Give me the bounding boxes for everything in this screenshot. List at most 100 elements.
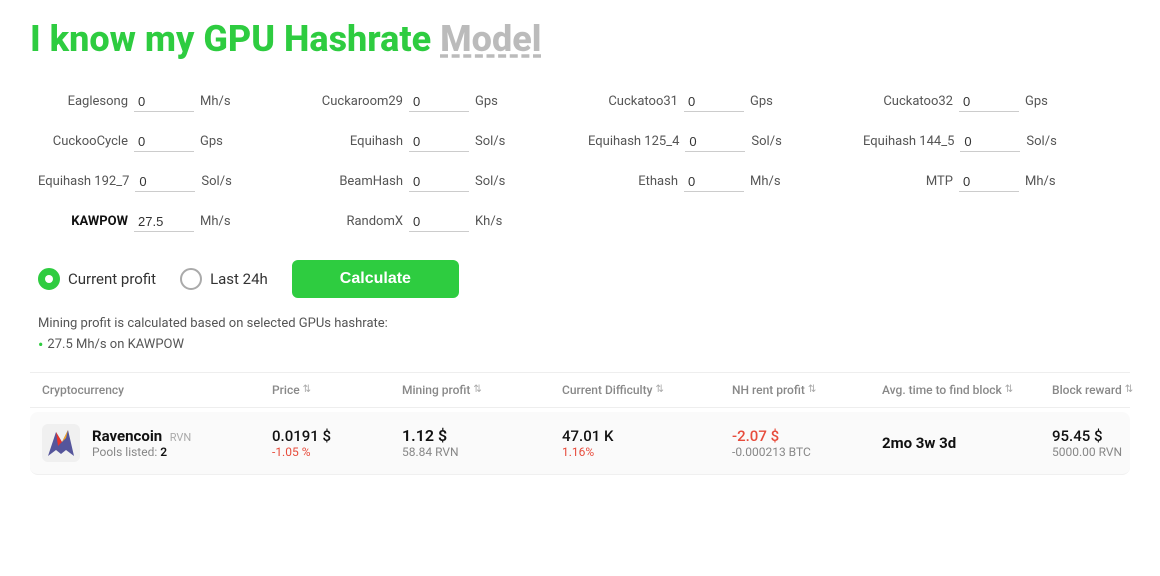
th-avg-time[interactable]: Avg. time to find block ⇅ bbox=[882, 383, 1052, 397]
hashrate-equihash-125: Equihash 125_4 Sol/s bbox=[580, 128, 855, 156]
hashrate-equihash-144: Equihash 144_5 Sol/s bbox=[855, 128, 1130, 156]
reward-cell: 95.45 $ 5000.00 RVN bbox=[1052, 427, 1160, 459]
equihash-125-label: Equihash 125_4 bbox=[588, 134, 679, 149]
th-cryptocurrency: Cryptocurrency bbox=[42, 383, 272, 397]
hashrate-eaglesong: Eaglesong Mh/s bbox=[30, 88, 305, 116]
randomx-unit: Kh/s bbox=[475, 214, 502, 229]
cuckatoo31-input[interactable] bbox=[684, 92, 744, 112]
eaglesong-label: Eaglesong bbox=[38, 94, 128, 109]
cuckatoo32-unit: Gps bbox=[1025, 94, 1048, 109]
cuckatoo31-label: Cuckatoo31 bbox=[588, 94, 678, 109]
current-profit-radio[interactable]: Current profit bbox=[38, 268, 156, 290]
coin-name: Ravencoin bbox=[92, 427, 162, 445]
title-gray-part: Model bbox=[440, 18, 541, 60]
cuckoo-cycle-unit: Gps bbox=[200, 134, 223, 149]
beamhash-input[interactable] bbox=[409, 172, 469, 192]
last-24h-radio-circle bbox=[180, 268, 202, 290]
kawpow-input[interactable] bbox=[134, 212, 194, 232]
price-value: 0.0191 $ bbox=[272, 427, 402, 445]
mtp-unit: Mh/s bbox=[1025, 174, 1056, 189]
eaglesong-input[interactable] bbox=[134, 92, 194, 112]
cuckaroom29-unit: Gps bbox=[475, 94, 498, 109]
mtp-label: MTP bbox=[863, 174, 953, 189]
equihash-125-unit: Sol/s bbox=[751, 134, 781, 149]
time-cell: 2mo 3w 3d bbox=[882, 434, 1052, 452]
equihash-144-input[interactable] bbox=[960, 132, 1020, 152]
cuckaroom29-label: Cuckaroom29 bbox=[313, 94, 403, 109]
nh-sub: -0.000213 BTC bbox=[732, 445, 882, 459]
cuckaroom29-input[interactable] bbox=[409, 92, 469, 112]
calculate-button[interactable]: Calculate bbox=[292, 260, 459, 298]
beamhash-unit: Sol/s bbox=[475, 174, 505, 189]
randomx-input[interactable] bbox=[409, 212, 469, 232]
hashrate-cuckatoo31: Cuckatoo31 Gps bbox=[580, 88, 855, 116]
reward-value: 95.45 $ bbox=[1052, 427, 1160, 445]
results-table: Cryptocurrency Price ⇅ Mining profit ⇅ C… bbox=[30, 372, 1130, 475]
hashrate-ethash: Ethash Mh/s bbox=[580, 168, 855, 196]
ravencoin-icon bbox=[42, 424, 80, 462]
info-description: Mining profit is calculated based on sel… bbox=[38, 316, 1130, 331]
page-title: I know my GPU Hashrate Model bbox=[30, 20, 1130, 60]
profit-controls: Current profit Last 24h Calculate bbox=[30, 260, 1130, 298]
th-nh-rent-profit[interactable]: NH rent profit ⇅ bbox=[732, 383, 882, 397]
profit-cell: 1.12 $ 58.84 RVN bbox=[402, 426, 562, 459]
equihash-unit: Sol/s bbox=[475, 134, 505, 149]
th-mining-profit[interactable]: Mining profit ⇅ bbox=[402, 383, 562, 397]
equihash-192-unit: Sol/s bbox=[201, 174, 231, 189]
cuckatoo32-label: Cuckatoo32 bbox=[863, 94, 953, 109]
reward-sub: 5000.00 RVN bbox=[1052, 445, 1160, 459]
difficulty-sub: 1.16% bbox=[562, 445, 732, 459]
hashrate-detail-text: 27.5 Mh/s on KAWPOW bbox=[47, 337, 184, 352]
equihash-192-label: Equihash 192_7 bbox=[38, 174, 129, 189]
randomx-label: RandomX bbox=[313, 214, 403, 229]
difficulty-value: 47.01 K bbox=[562, 427, 732, 445]
last-24h-label: Last 24h bbox=[210, 270, 268, 288]
mtp-input[interactable] bbox=[959, 172, 1019, 192]
equihash-125-input[interactable] bbox=[685, 132, 745, 152]
info-section: Mining profit is calculated based on sel… bbox=[30, 316, 1130, 354]
cuckatoo32-input[interactable] bbox=[959, 92, 1019, 112]
nh-value: -2.07 $ bbox=[732, 427, 882, 445]
hashrate-equihash-192: Equihash 192_7 Sol/s bbox=[30, 168, 305, 196]
table-row[interactable]: Ravencoin RVN Pools listed: 2 0.0191 $ -… bbox=[30, 412, 1130, 475]
hashrate-equihash: Equihash Sol/s bbox=[305, 128, 580, 156]
cuckoo-cycle-input[interactable] bbox=[134, 132, 194, 152]
hashrate-randomx: RandomX Kh/s bbox=[305, 208, 580, 236]
current-profit-radio-circle bbox=[38, 268, 60, 290]
profit-sub: 58.84 RVN bbox=[402, 445, 562, 459]
equihash-192-input[interactable] bbox=[135, 172, 195, 192]
eaglesong-unit: Mh/s bbox=[200, 94, 231, 109]
nh-sort-icon: ⇅ bbox=[808, 384, 816, 395]
title-green-part: I know my GPU Hashrate bbox=[30, 18, 431, 60]
th-block-reward[interactable]: Block reward ⇅ bbox=[1052, 383, 1160, 397]
hashrate-cuckaroom29: Cuckaroom29 Gps bbox=[305, 88, 580, 116]
equihash-input[interactable] bbox=[409, 132, 469, 152]
ethash-input[interactable] bbox=[684, 172, 744, 192]
reward-sort-icon: ⇅ bbox=[1125, 384, 1133, 395]
th-price[interactable]: Price ⇅ bbox=[272, 383, 402, 397]
hashrate-kawpow: KAWPOW Mh/s bbox=[30, 208, 305, 236]
price-sort-icon: ⇅ bbox=[303, 384, 311, 395]
ethash-label: Ethash bbox=[588, 174, 678, 189]
hashrate-grid: Eaglesong Mh/s Cuckaroom29 Gps Cuckatoo3… bbox=[30, 88, 1130, 236]
coin-pools: Pools listed: 2 bbox=[92, 445, 191, 459]
mining-profit-sort-icon: ⇅ bbox=[473, 384, 481, 395]
kawpow-unit: Mh/s bbox=[200, 214, 231, 229]
table-header: Cryptocurrency Price ⇅ Mining profit ⇅ C… bbox=[30, 373, 1130, 408]
bullet-icon: • bbox=[38, 335, 43, 354]
info-detail: • 27.5 Mh/s on KAWPOW bbox=[38, 335, 1130, 354]
equihash-144-unit: Sol/s bbox=[1026, 134, 1056, 149]
price-cell: 0.0191 $ -1.05 % bbox=[272, 427, 402, 459]
difficulty-sort-icon: ⇅ bbox=[655, 384, 663, 395]
hashrate-cuckoo-cycle: CuckooCycle Gps bbox=[30, 128, 305, 156]
hashrate-mtp: MTP Mh/s bbox=[855, 168, 1130, 196]
coin-ticker: RVN bbox=[170, 431, 192, 444]
nh-cell: -2.07 $ -0.000213 BTC bbox=[732, 427, 882, 459]
kawpow-label: KAWPOW bbox=[38, 214, 128, 229]
beamhash-label: BeamHash bbox=[313, 174, 403, 189]
cuckatoo31-unit: Gps bbox=[750, 94, 773, 109]
th-current-difficulty[interactable]: Current Difficulty ⇅ bbox=[562, 383, 732, 397]
coin-cell: Ravencoin RVN Pools listed: 2 bbox=[42, 424, 272, 462]
coin-name-block: Ravencoin RVN Pools listed: 2 bbox=[92, 427, 191, 459]
last-24h-radio[interactable]: Last 24h bbox=[180, 268, 268, 290]
